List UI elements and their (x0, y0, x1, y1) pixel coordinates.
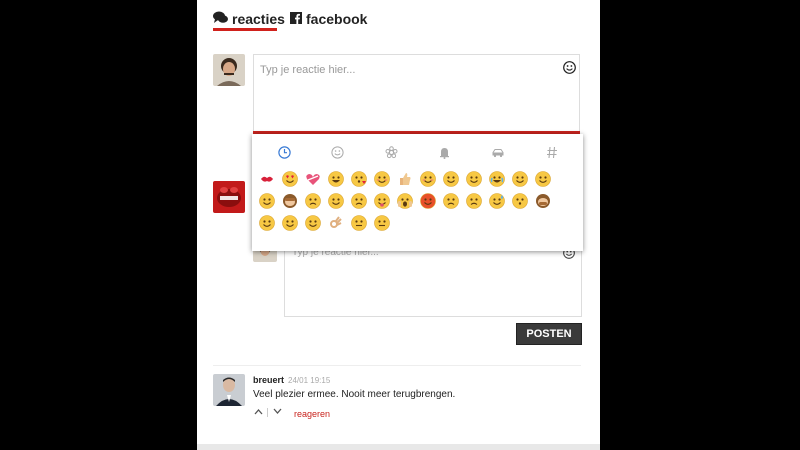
emoji-relieved[interactable] (443, 171, 459, 187)
car-icon (492, 148, 504, 157)
chevron-up-icon (254, 409, 263, 415)
emoji-grinning-squint[interactable] (328, 171, 344, 187)
panel-bottom-edge (197, 444, 600, 450)
category-symbols[interactable] (544, 144, 560, 160)
hashtag-icon (547, 146, 557, 158)
emoji-speak-no-evil[interactable] (535, 193, 551, 209)
emoji-crying-laughing[interactable] (489, 171, 505, 187)
reply-textarea[interactable]: Typ je reactie hier... (284, 240, 582, 317)
category-travel[interactable] (490, 144, 506, 160)
emoji-heart-eyes[interactable] (282, 171, 298, 187)
smiley-icon (563, 61, 576, 74)
facebook-icon (290, 11, 302, 27)
active-tab-underline (213, 28, 277, 31)
vote-separator (267, 408, 268, 417)
emoji-smirk[interactable] (512, 171, 528, 187)
upvote-button[interactable] (254, 407, 263, 418)
comment-textarea[interactable]: Typ je reactie hier... (253, 54, 580, 134)
emoji-heart-ribbon[interactable] (305, 171, 321, 187)
emoji-confused[interactable] (374, 215, 390, 231)
category-recent[interactable] (276, 144, 292, 160)
emoji-unamused[interactable] (443, 193, 459, 209)
emoji-sad[interactable] (466, 193, 482, 209)
emoji-blushing[interactable] (420, 171, 436, 187)
tab-reacties[interactable]: reacties (213, 11, 285, 31)
emoji-disappointed[interactable] (351, 193, 367, 209)
tab-facebook[interactable]: facebook (290, 11, 367, 27)
emoji-sleepy[interactable] (259, 215, 275, 231)
emoji-smiley[interactable] (328, 193, 344, 209)
tab-reacties-label: reacties (232, 11, 285, 27)
category-objects[interactable] (436, 144, 452, 160)
emoji-persevering[interactable] (305, 193, 321, 209)
emoji-flushed[interactable] (535, 171, 551, 187)
comment-author[interactable]: breuert (253, 375, 284, 385)
comment-body: Veel plezier ermee. Nooit meer terugbren… (253, 389, 456, 400)
commenter-avatar (213, 181, 245, 213)
comment-author-avatar (213, 374, 245, 406)
reply-link[interactable]: reageren (294, 409, 330, 419)
category-nature[interactable] (383, 144, 399, 160)
emoji-winking[interactable] (259, 193, 275, 209)
downvote-button[interactable] (273, 407, 282, 418)
flower-icon (385, 145, 397, 158)
comment-placeholder: Typ je reactie hier... (260, 64, 356, 76)
chevron-down-icon (273, 408, 282, 414)
emoji-toggle-button[interactable] (563, 61, 576, 79)
post-button[interactable]: POSTEN (516, 323, 582, 345)
clock-icon (277, 145, 291, 159)
comments-divider (213, 365, 581, 366)
emoji-grinning[interactable] (466, 171, 482, 187)
emoji-kissing[interactable] (512, 193, 528, 209)
emoji-tongue-out[interactable] (374, 193, 390, 209)
smiley-icon (330, 145, 344, 159)
tab-facebook-label: facebook (306, 11, 368, 27)
emoji-grin[interactable] (305, 215, 321, 231)
bell-icon (439, 147, 449, 159)
category-smileys[interactable] (329, 144, 345, 160)
speech-bubbles-icon (213, 11, 228, 27)
emoji-kissing-wink[interactable] (351, 171, 367, 187)
emoji-angry[interactable] (420, 193, 436, 209)
emoji-picker (252, 134, 583, 251)
emoji-smile[interactable] (282, 215, 298, 231)
emoji-neutral[interactable] (351, 215, 367, 231)
emoji-ok-hand[interactable] (328, 215, 344, 231)
emoji-sweat-smile[interactable] (489, 193, 505, 209)
emoji-see-no-evil[interactable] (282, 193, 298, 209)
emoji-smiling[interactable] (374, 171, 390, 187)
emoji-kiss-lips[interactable] (259, 171, 275, 187)
emoji-screaming[interactable] (397, 193, 413, 209)
comment-timestamp: 24/01 19:15 (288, 376, 331, 385)
emoji-thumbs-up[interactable] (397, 171, 413, 187)
current-user-avatar (213, 54, 245, 86)
